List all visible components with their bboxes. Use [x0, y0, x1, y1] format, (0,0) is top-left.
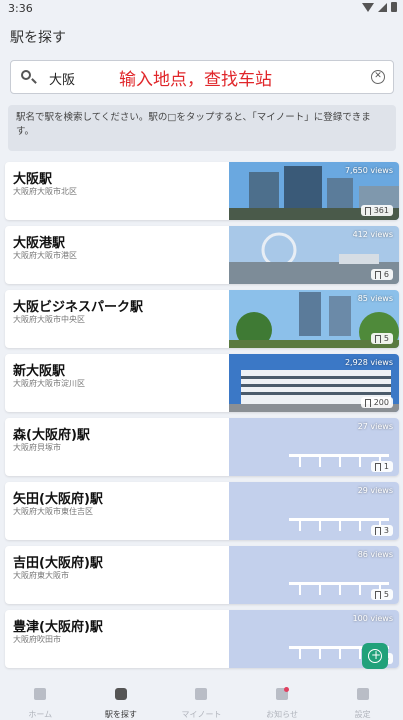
bookmark-icon — [195, 688, 208, 700]
station-address: 大阪府大阪市淀川区 — [13, 379, 85, 388]
save-count: 6 — [383, 270, 389, 279]
save-count: 200 — [373, 398, 389, 407]
station-card[interactable]: 吉田(大阪府)駅 大阪府東大阪市 86 views 5 — [5, 546, 399, 604]
annotation-overlay-text: 输入地点，查找车站 — [119, 70, 272, 90]
save-count: 361 — [373, 206, 389, 215]
station-photo: 7,650 views 361 — [229, 162, 399, 220]
bottom-nav: ホーム 駅を探す マイノート お知らせ 設定 — [0, 684, 403, 720]
save-badge[interactable]: 1 — [370, 461, 393, 472]
add-station-button[interactable]: + — [362, 643, 388, 669]
status-time: 3:36 — [8, 2, 33, 15]
station-address: 大阪府大阪市港区 — [13, 251, 77, 260]
nav-label: 設定 — [354, 710, 371, 719]
station-name: 大阪駅 — [13, 172, 53, 187]
station-photo: 29 views 3 — [229, 482, 399, 540]
station-card[interactable]: 大阪駅 大阪府大阪市北区 7,650 views 361 — [5, 162, 399, 220]
bookmark-icon — [364, 398, 371, 407]
nav-item-bookmark[interactable]: マイノート — [161, 684, 242, 720]
station-photo: 2,928 views 200 — [229, 354, 399, 412]
nav-item-train[interactable]: 駅を探す — [81, 684, 162, 720]
station-address: 大阪府大阪市北区 — [13, 187, 77, 196]
nav-label: 駅を探す — [104, 710, 137, 719]
station-card[interactable]: 大阪港駅 大阪府大阪市港区 412 views 6 — [5, 226, 399, 284]
station-search-input[interactable]: 大阪 输入地点，查找车站 ✕ — [10, 60, 394, 94]
status-bar: 3:36 — [0, 0, 403, 17]
station-name: 新大阪駅 — [13, 364, 66, 379]
nav-label: お知らせ — [266, 710, 298, 719]
station-photo: 412 views 6 — [229, 226, 399, 284]
battery-icon — [391, 2, 397, 12]
save-badge[interactable]: 200 — [360, 397, 393, 408]
bookmark-icon — [374, 590, 381, 599]
view-count: 86 views — [357, 550, 393, 559]
nav-label: ホーム — [28, 710, 53, 719]
save-badge[interactable]: 3 — [370, 525, 393, 536]
wifi-icon — [362, 2, 374, 12]
station-card[interactable]: 大阪ビジネスパーク駅 大阪府大阪市中央区 85 views 5 — [5, 290, 399, 348]
nav-item-home[interactable]: ホーム — [0, 684, 81, 720]
search-icon — [21, 70, 31, 80]
station-photo: 86 views 5 — [229, 546, 399, 604]
station-name: 森(大阪府)駅 — [13, 428, 90, 443]
search-value[interactable]: 大阪 — [49, 69, 75, 88]
station-address: 大阪府大阪市中央区 — [13, 315, 85, 324]
system-icons — [362, 2, 397, 12]
station-name: 大阪港駅 — [13, 236, 66, 251]
clear-icon[interactable]: ✕ — [371, 70, 385, 84]
save-count: 3 — [383, 526, 389, 535]
bookmark-icon — [364, 206, 371, 215]
save-badge[interactable]: 6 — [370, 269, 393, 280]
save-badge[interactable]: 5 — [370, 589, 393, 600]
save-badge[interactable]: 5 — [370, 333, 393, 344]
station-name: 矢田(大阪府)駅 — [13, 492, 103, 507]
nav-item-gear[interactable]: 設定 — [322, 684, 403, 720]
station-card[interactable]: 新大阪駅 大阪府大阪市淀川区 2,928 views 200 — [5, 354, 399, 412]
station-card[interactable]: 矢田(大阪府)駅 大阪府大阪市東住吉区 29 views 3 — [5, 482, 399, 540]
info-banner: 駅名で駅を検索してください。駅の□をタップすると、「マイノート」に登録できます。 — [8, 105, 396, 151]
view-count: 29 views — [357, 486, 393, 495]
station-card[interactable]: 森(大阪府)駅 大阪府貝塚市 27 views 1 — [5, 418, 399, 476]
home-icon — [34, 688, 47, 700]
bookmark-icon — [374, 334, 381, 343]
train-icon — [114, 688, 127, 700]
view-count: 412 views — [352, 230, 393, 239]
save-count: 1 — [383, 462, 389, 471]
bookmark-icon — [374, 462, 381, 471]
save-badge[interactable]: 361 — [360, 205, 393, 216]
save-count: 5 — [383, 334, 389, 343]
signal-icon — [378, 2, 387, 12]
plus-icon: + — [371, 648, 382, 662]
station-address: 大阪府東大阪市 — [13, 571, 69, 580]
bookmark-icon — [374, 526, 381, 535]
station-photo: 85 views 5 — [229, 290, 399, 348]
view-count: 27 views — [357, 422, 393, 431]
station-address: 大阪府貝塚市 — [13, 443, 61, 452]
notification-dot — [283, 687, 289, 692]
station-photo: 27 views 1 — [229, 418, 399, 476]
view-count: 2,928 views — [344, 358, 393, 367]
page-title: 駅を探す — [10, 30, 66, 46]
bookmark-icon — [374, 270, 381, 279]
nav-label: マイノート — [181, 710, 222, 719]
station-name: 吉田(大阪府)駅 — [13, 556, 103, 571]
view-count: 100 views — [352, 614, 393, 623]
save-count: 5 — [383, 590, 389, 599]
station-card[interactable]: 豊津(大阪府)駅 大阪府吹田市 100 views 5 — [5, 610, 399, 668]
station-address: 大阪府吹田市 — [13, 635, 61, 644]
app-bar: 駅を探す — [0, 17, 403, 55]
station-name: 豊津(大阪府)駅 — [13, 620, 103, 635]
station-name: 大阪ビジネスパーク駅 — [13, 300, 144, 315]
nav-item-bell[interactable]: お知らせ — [242, 684, 323, 720]
station-address: 大阪府大阪市東住吉区 — [13, 507, 93, 516]
gear-icon — [356, 688, 369, 700]
view-count: 7,650 views — [344, 166, 393, 175]
view-count: 85 views — [357, 294, 393, 303]
